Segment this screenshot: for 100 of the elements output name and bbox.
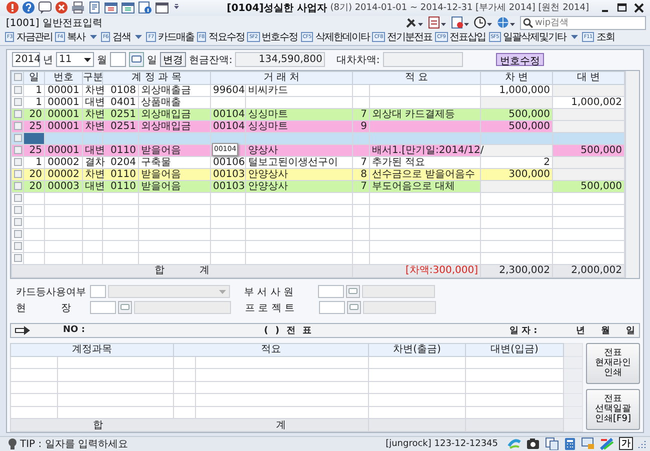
table-cell: 99604 (213, 84, 245, 96)
card-use-field[interactable] (90, 285, 106, 298)
table-cell: 0251 (110, 108, 136, 120)
table-cell: 00001 (48, 144, 80, 156)
row-checkbox[interactable] (14, 242, 22, 250)
table-cell: 받을어음 (141, 180, 181, 192)
table-cell: 00104 (213, 120, 245, 132)
row-checkbox[interactable] (14, 182, 22, 190)
table-cell: 0110 (110, 168, 136, 180)
year-field[interactable]: 2014 (12, 52, 40, 68)
table-cell: 1 (36, 96, 42, 108)
scrollbar[interactable] (625, 70, 639, 278)
screen-title: [1001] 일반전표입력 (6, 16, 102, 30)
table-cell: 00103 (213, 168, 245, 180)
globe-dropdown-icon[interactable] (497, 16, 516, 30)
row-checkbox[interactable] (14, 110, 22, 118)
total-label: 합 계 (154, 265, 210, 276)
lookup-button-icon[interactable] (118, 301, 132, 314)
department-code-field[interactable] (318, 285, 344, 298)
month-label: 월 (97, 54, 107, 67)
table-cell: 0110 (110, 180, 136, 192)
table-cell: 0251 (110, 120, 136, 132)
day-field[interactable] (110, 52, 126, 68)
printer-icon[interactable] (71, 1, 85, 14)
table-cell: 00001 (48, 96, 80, 108)
column-header: 거 래 처 (210, 71, 353, 84)
search-field[interactable]: wip검색 (520, 16, 646, 30)
row-checkbox[interactable] (14, 158, 22, 166)
month-dropdown[interactable]: 11 (56, 52, 94, 68)
card-use-label: 카드등사용여부 (16, 286, 87, 299)
column-header: 일 (24, 71, 44, 84)
info-document-icon[interactable] (138, 1, 152, 14)
calculator-icon[interactable] (564, 437, 576, 450)
row-checkbox[interactable] (14, 218, 22, 226)
table-cell: 부도어음으로 대체 (372, 180, 456, 192)
maximize-icon[interactable] (615, 1, 629, 14)
dropdown-arrow-icon (84, 58, 91, 62)
row-checkbox[interactable] (14, 86, 22, 94)
project-code-field[interactable] (319, 301, 345, 314)
total-credit: 2,000,002 (571, 265, 622, 276)
calendar-icon[interactable] (104, 1, 118, 14)
table-cell: 25 (29, 120, 42, 132)
table-cell: 차변 (85, 120, 105, 132)
stop-icon[interactable] (6, 1, 19, 14)
table-cell: 차변 (85, 84, 105, 96)
table-cell: 안양상사 (248, 180, 288, 192)
checklist-dropdown-icon[interactable] (451, 16, 470, 30)
column-header: 구분 (82, 71, 102, 84)
help-icon[interactable] (22, 1, 35, 14)
table-cell: 7 (360, 108, 368, 120)
table-cell: 00001 (48, 84, 80, 96)
row-checkbox[interactable] (14, 134, 22, 142)
table-cell: 500,000 (508, 120, 550, 132)
difference-amount: [차액:300,000] (406, 265, 478, 276)
window-icon[interactable] (155, 1, 169, 14)
table-cell: 00103 (213, 180, 245, 192)
input-mode-indicator[interactable]: 가 (619, 437, 633, 450)
company-title: [0104]성실한 사업자 (226, 2, 328, 15)
document-icon[interactable] (88, 1, 101, 14)
cash-balance-label: 현금잔액: (189, 54, 232, 67)
color-stripes-icon[interactable] (600, 437, 614, 450)
row-checkbox[interactable] (14, 98, 22, 106)
lookup-button-icon[interactable] (347, 301, 361, 314)
difference-label: 대차차액: (336, 54, 380, 67)
clock-dropdown-icon[interactable] (474, 16, 493, 30)
card-use-dropdown[interactable] (108, 285, 230, 298)
table-cell: 00106 (213, 156, 245, 168)
documents-icon[interactable] (545, 437, 559, 450)
table-cell: 7 (360, 156, 368, 168)
column-header: 적요 (174, 343, 368, 356)
row-checkbox[interactable] (14, 254, 22, 262)
row-checkbox[interactable] (14, 206, 22, 214)
close-icon[interactable] (632, 1, 646, 14)
site-code-field[interactable] (90, 301, 116, 314)
tip-text: TIP : 일자를 입력하세요 (20, 438, 128, 451)
table-cell: 300,000 (508, 168, 550, 180)
print-button[interactable]: 전표 현재라인 인쇄 (586, 342, 640, 384)
change-button[interactable]: 변경 (160, 52, 186, 68)
total-debit: 2,300,002 (499, 265, 550, 276)
camera-icon[interactable] (526, 437, 540, 450)
row-checkbox[interactable] (14, 194, 22, 202)
pointing-arrow-icon (15, 326, 31, 335)
lookup-button-icon[interactable] (346, 285, 360, 298)
caret-icon (570, 34, 579, 40)
row-checkbox[interactable] (14, 146, 22, 154)
row-checkbox[interactable] (14, 170, 22, 178)
lightbulb-icon (8, 438, 17, 450)
renumber-button[interactable]: 번호수정 (496, 53, 544, 66)
fiscal-period: (8기) 2014-01-01 ~ 2014-12-31 [부가세 2014] [원천 2014] (330, 2, 589, 14)
header-checkbox[interactable] (14, 73, 22, 82)
row-checkbox[interactable] (14, 230, 22, 238)
tools-dropdown-icon[interactable] (405, 16, 424, 30)
table-cell: 8 (360, 168, 368, 180)
user-info: [jungrock] 123-12-12345 (386, 438, 498, 449)
calendar-icon[interactable] (121, 1, 135, 14)
column-header: 차 변 (480, 71, 553, 84)
row-checkbox[interactable] (14, 122, 22, 130)
document-dropdown-icon[interactable] (428, 16, 447, 30)
chat-icon[interactable] (38, 1, 52, 14)
print-button[interactable]: 전표 선택일괄 인쇄[F9] (586, 388, 640, 430)
